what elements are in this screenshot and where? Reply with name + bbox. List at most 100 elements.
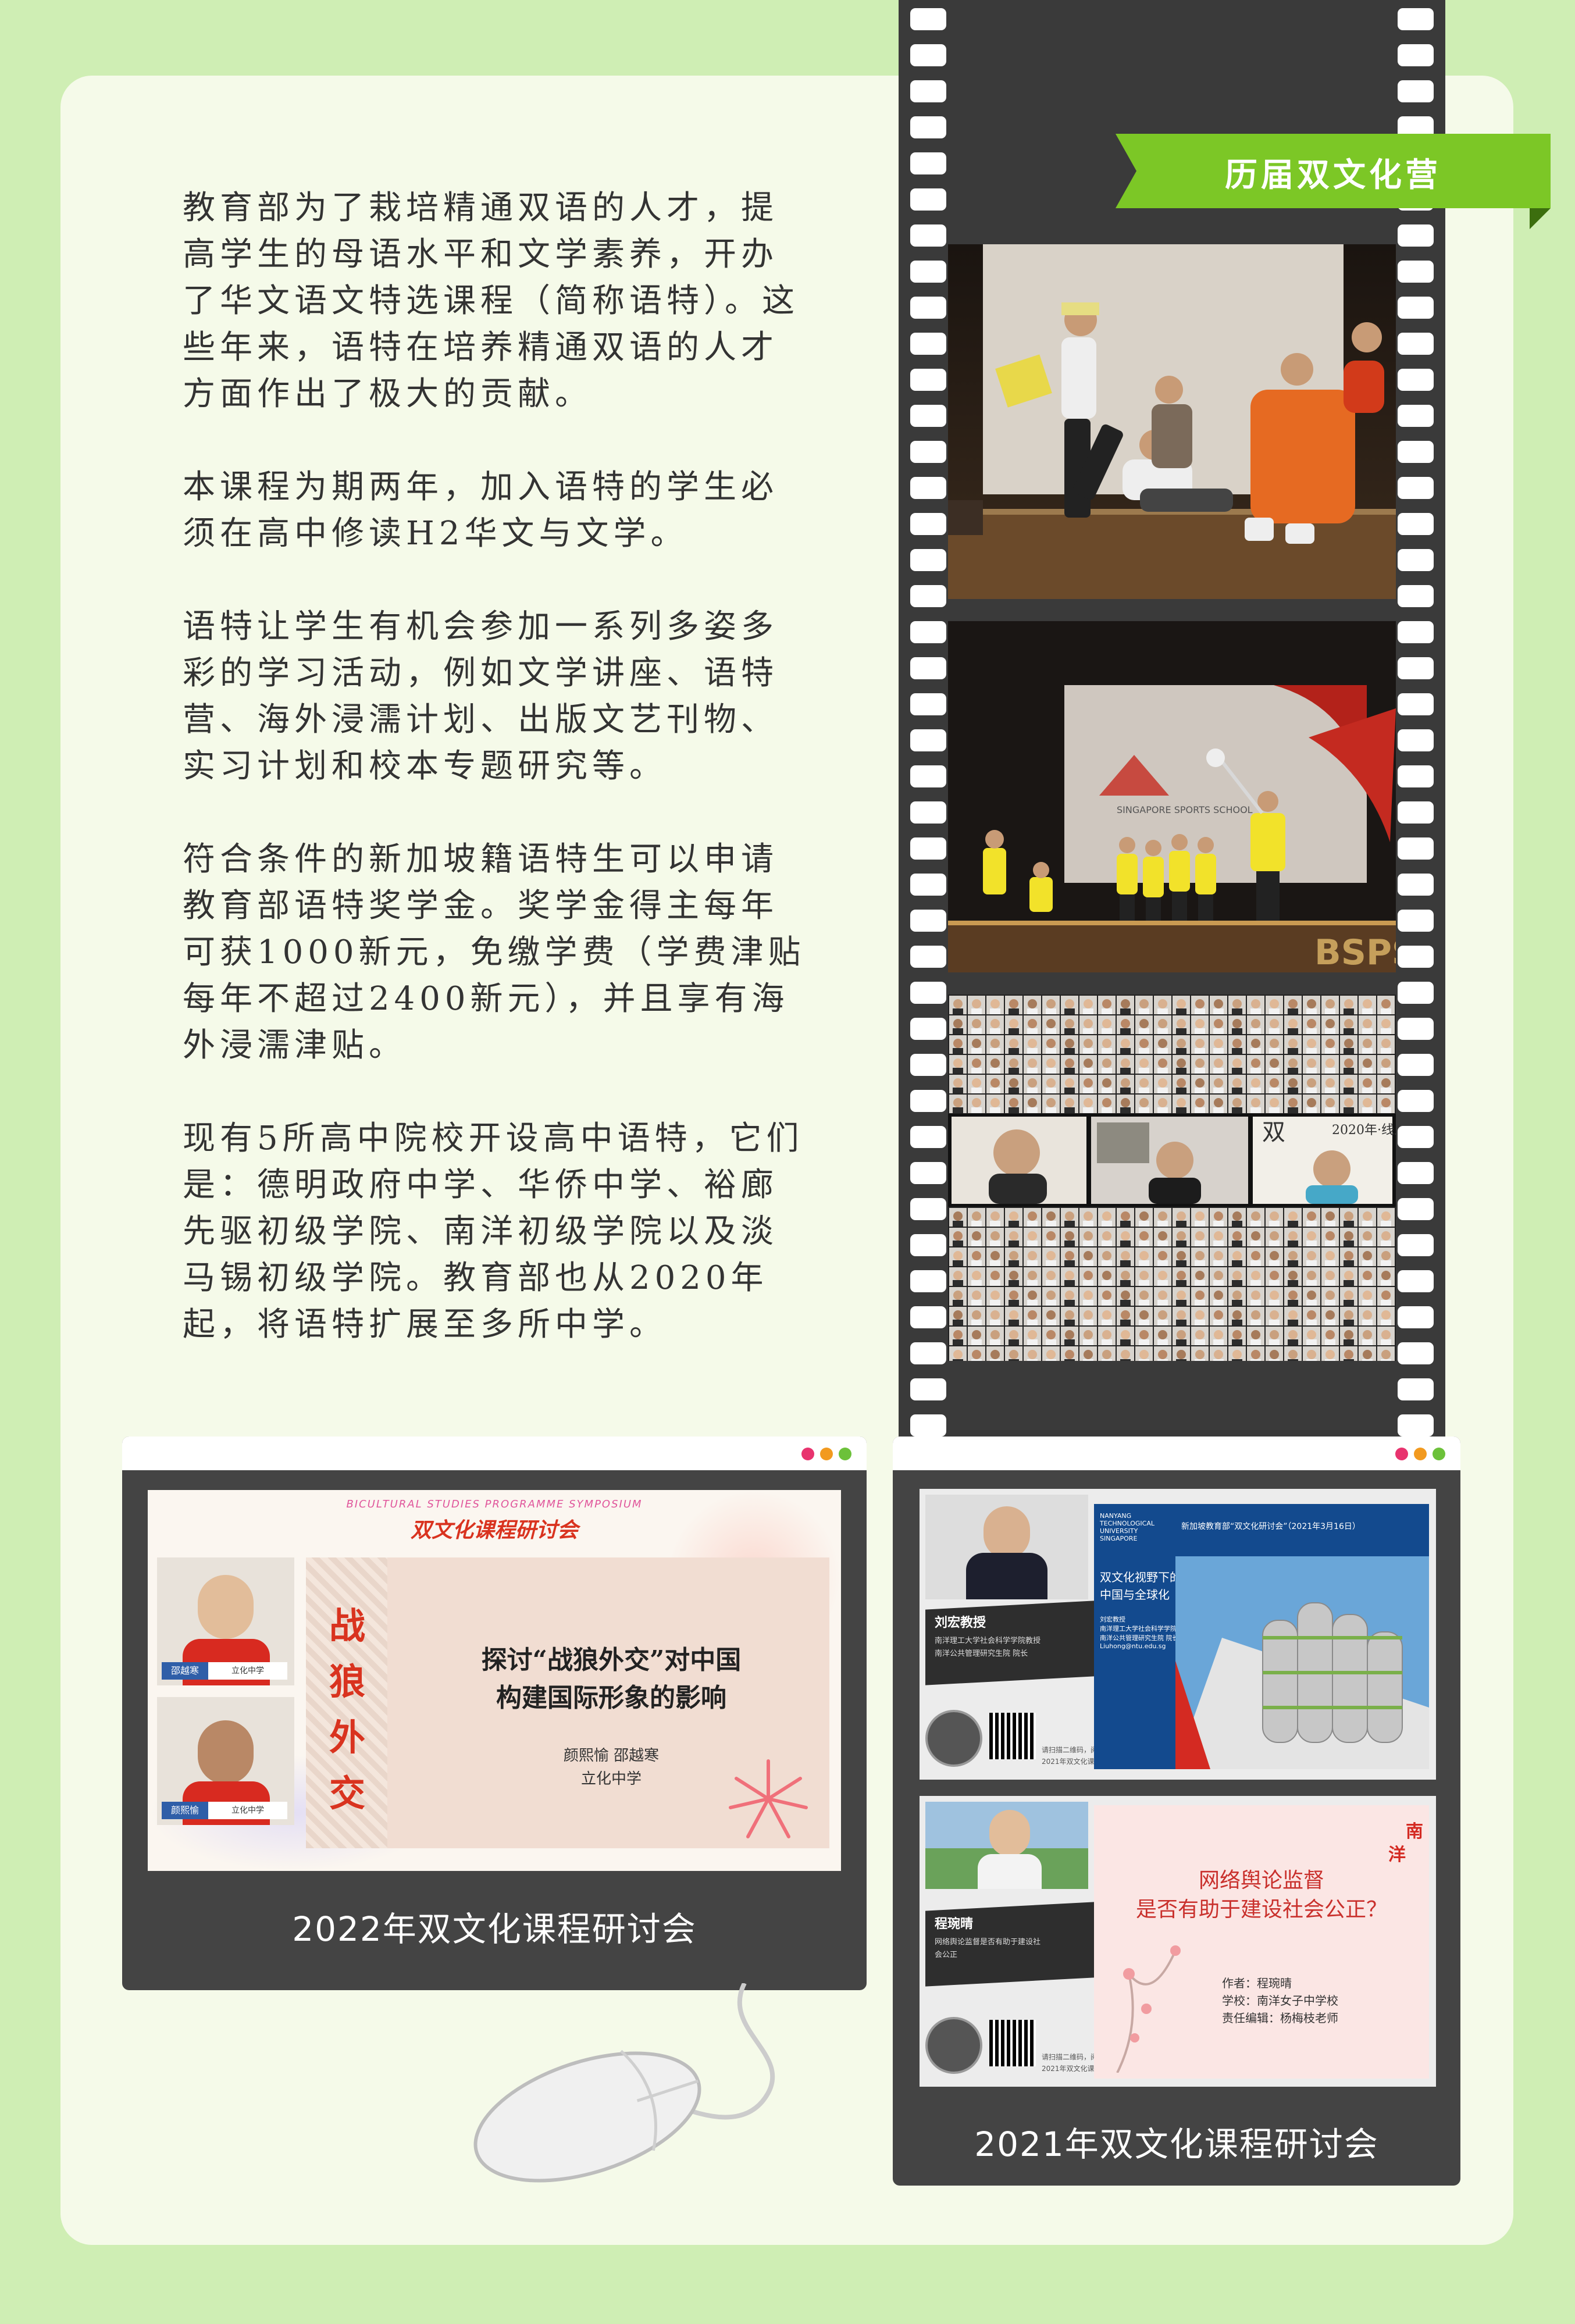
film-perforation [910,874,946,896]
speaker-video: 邵越寒 立化中学 [157,1557,294,1685]
film-perforation [910,1018,946,1040]
film-perforation [1398,1234,1434,1256]
film-perforation [1398,1306,1434,1328]
film-perforation [910,621,946,643]
film-perforation [910,8,946,30]
flower-decoration [729,1759,808,1838]
film-perforation [1398,657,1434,679]
camp-photo-online-session: 2020年·线上 双 [948,995,1396,1361]
window-caption: 2022年双文化课程研讨会 [292,1909,697,1949]
film-perforation [910,333,946,355]
film-perforation [1398,765,1434,787]
film-perforation [1398,982,1434,1004]
plum-blossom-decoration [1116,1945,1181,2073]
online-session-date: 2020年·线上 [1332,1123,1396,1138]
film-perforation [1398,549,1434,571]
symposium-2021-window: 刘宏教授 南洋理工大学社会科学学院教授 南洋公共管理研究生院 院长 请扫描二维码… [893,1437,1460,2186]
speaker-video: 颜熙愉 立化中学 [157,1697,294,1825]
film-perforation [1398,1414,1434,1437]
film-perforation [1398,441,1434,463]
svg-text:BSPS: BSPS [1314,932,1396,972]
film-perforation [1398,1342,1434,1364]
film-perforation [1398,1162,1434,1184]
essay-title-panel: 网络舆论监督 是否有助于建设社会公正？ 作者：程琬晴 学校：南洋女子中学校 责任… [1094,1805,1429,2079]
film-perforation [910,585,946,607]
topic-line-1: 探讨“战狼外交”对中国 [481,1645,742,1675]
slide-en-title: BICULTURAL STUDIES PROGRAMME SYMPOSIUM [346,1498,643,1510]
university-logo: NANYANG TECHNOLOGICAL UNIVERSITY SINGAPO… [1100,1512,1155,1542]
lecture-topic: 中国与全球化 [1100,1588,1170,1602]
topic-line-2: 构建国际形象的影响 [496,1683,726,1713]
film-perforation [910,224,946,247]
essay-editor: 责任编辑：杨梅枝老师 [1222,2011,1338,2025]
film-perforation [1398,44,1434,66]
film-perforation [1398,729,1434,751]
slide-cn-title: 双文化课程研讨会 [410,1518,578,1542]
window-dot-orange [820,1448,833,1460]
school-badge: 南 [1406,1822,1423,1842]
film-perforation [1398,1054,1434,1076]
lecture-detail: 南洋公共管理研究生院 院长 [1100,1634,1179,1642]
window-dot-pink [1395,1448,1408,1460]
symposium-2022-slide: BICULTURAL STUDIES PROGRAMME SYMPOSIUM 双… [148,1490,841,1871]
symposium-2022-window: BICULTURAL STUDIES PROGRAMME SYMPOSIUM 双… [122,1437,867,1990]
film-perforation [1398,910,1434,932]
film-perforation [910,549,946,571]
film-perforation [1398,1378,1434,1400]
film-perforation [910,982,946,1004]
film-perforation [1398,8,1434,30]
film-perforation [1398,585,1434,607]
film-perforation [1398,946,1434,968]
film-perforation [910,837,946,860]
film-perforation [910,188,946,211]
symposium-2021-slide-1: 刘宏教授 南洋理工大学社会科学学院教授 南洋公共管理研究生院 院长 请扫描二维码… [920,1489,1436,1780]
window-dot-green [839,1448,851,1460]
intro-paragraph: 现有5所高中院校开设高中语特，它们是：德明政府中学、华侨中学、裕廊先驱初级学院、… [183,1120,804,1343]
film-perforation [1398,1198,1434,1220]
speaker-name: 邵越寒 [162,1662,208,1680]
film-perforation [910,1198,946,1220]
film-perforation [910,1162,946,1184]
film-perforation [1398,801,1434,824]
film-perforation [910,765,946,787]
film-perforation [910,152,946,174]
intro-text: 教育部为了栽培精通双语的人才，提高学生的母语水平和文学素养，开办了华文语文特选课… [183,185,811,1395]
camp-history-ribbon: 历届双文化营 [1116,134,1551,208]
essay-title: 是否有助于建设社会公正？ [1135,1898,1387,1922]
film-perforation [910,1054,946,1076]
window-dot-orange [1414,1448,1427,1460]
intro-paragraph: 教育部为了栽培精通双语的人才，提高学生的母语水平和文学素养，开办了华文语文特选课… [183,189,799,413]
film-perforation [1398,693,1434,715]
film-perforation [1398,80,1434,102]
film-perforation [1398,297,1434,319]
film-perforation [1398,224,1434,247]
essay-school: 学校：南洋女子中学校 [1222,1994,1338,2008]
film-perforation [910,1414,946,1437]
film-perforation [1398,1090,1434,1112]
qr-code-icon [989,1713,1036,1759]
film-perforation [910,441,946,463]
lecture-detail: 刘宏教授 [1100,1616,1125,1623]
film-perforation [910,729,946,751]
film-perforation [910,116,946,138]
topic-panel: 战狼外交 探讨“战狼外交”对中国 构建国际形象的影响 颜熙愉 邵越寒 立化中学 [306,1557,829,1848]
speaker-topic: 网络舆论监督是否有助于建设社 [935,1938,1041,1947]
film-perforations-left [910,0,946,1439]
film-perforation [1398,621,1434,643]
film-perforation [1398,369,1434,391]
film-perforation [910,261,946,283]
film-perforation [910,513,946,535]
film-perforation [910,1342,946,1364]
speaker-topic: 会公正 [935,1951,958,1959]
essay-author: 作者：程琬晴 [1222,1976,1292,1990]
speaker-role: 南洋理工大学社会科学学院教授 [935,1637,1041,1645]
intro-paragraph: 语特让学生有机会参加一系列多姿多彩的学习活动，例如文学讲座、语特营、海外浸濡计划… [183,608,778,785]
film-perforation [1398,1126,1434,1148]
camp-photo-stage-play [948,244,1396,599]
film-perforation [910,1270,946,1292]
film-perforation [910,80,946,102]
film-perforation [1398,513,1434,535]
symposium-2021-slide-2: 程琬晴 网络舆论监督是否有助于建设社 会公正 请扫描二维码，阅览 2021年双文… [920,1796,1436,2087]
film-perforation [910,369,946,391]
film-perforation [1398,477,1434,499]
